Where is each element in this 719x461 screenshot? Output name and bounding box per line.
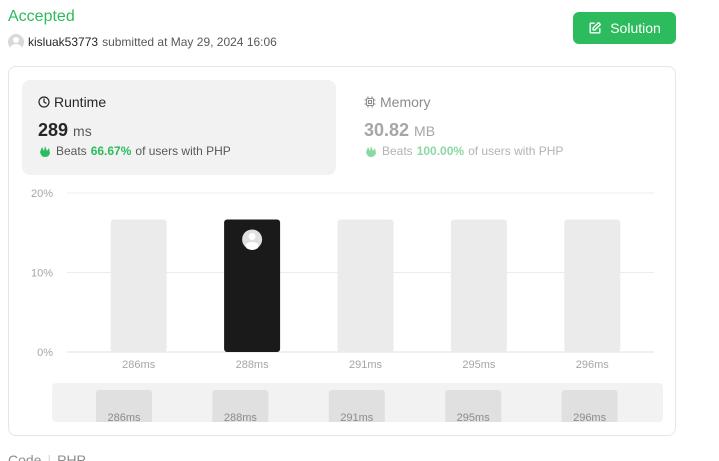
bar — [337, 219, 394, 352]
minimap-tick-label: 295ms — [457, 412, 491, 422]
avatar-head — [248, 232, 256, 240]
solution-button-label: Solution — [610, 20, 661, 36]
bar — [450, 219, 507, 352]
submission-meta: kisluak53773 submitted at May 29, 2024 1… — [8, 34, 277, 50]
stats-card: Runtime 289 ms Beats 66.67% of users wit… — [8, 66, 676, 436]
runtime-distribution-chart: 0% 10% 20% 286ms 288ms 291ms 295ms 296ms — [31, 188, 654, 371]
minimap-tick-label: 288ms — [224, 412, 258, 422]
x-tick-label: 291ms — [349, 359, 383, 371]
code-label: Code — [8, 452, 42, 461]
submitted-timestamp: submitted at May 29, 2024 16:06 — [102, 35, 277, 49]
y-tick-label: 0% — [37, 347, 53, 359]
avatar-body — [245, 241, 259, 250]
minimap-tick-label: 296ms — [573, 412, 607, 422]
x-tick-label: 286ms — [122, 359, 156, 371]
submission-status: Accepted — [8, 8, 75, 25]
x-tick-label: 296ms — [576, 359, 610, 371]
code-language: PHP — [57, 452, 86, 461]
solution-button[interactable]: Solution — [573, 12, 676, 44]
edit-icon — [589, 21, 602, 34]
y-tick-label: 10% — [31, 268, 53, 280]
y-tick-label: 20% — [31, 188, 53, 200]
bar — [110, 219, 167, 352]
bar — [564, 219, 621, 352]
avatar — [8, 34, 24, 50]
chart-range-slider[interactable]: 286ms 288ms 291ms 295ms 296ms — [52, 383, 663, 422]
minimap-tick-label: 291ms — [340, 412, 374, 422]
x-tick-label: 288ms — [236, 359, 270, 371]
username-link[interactable]: kisluak53773 — [28, 35, 98, 49]
code-language-line: Code | PHP — [8, 452, 86, 461]
x-tick-label: 295ms — [462, 359, 496, 371]
minimap-tick-label: 286ms — [107, 412, 141, 422]
